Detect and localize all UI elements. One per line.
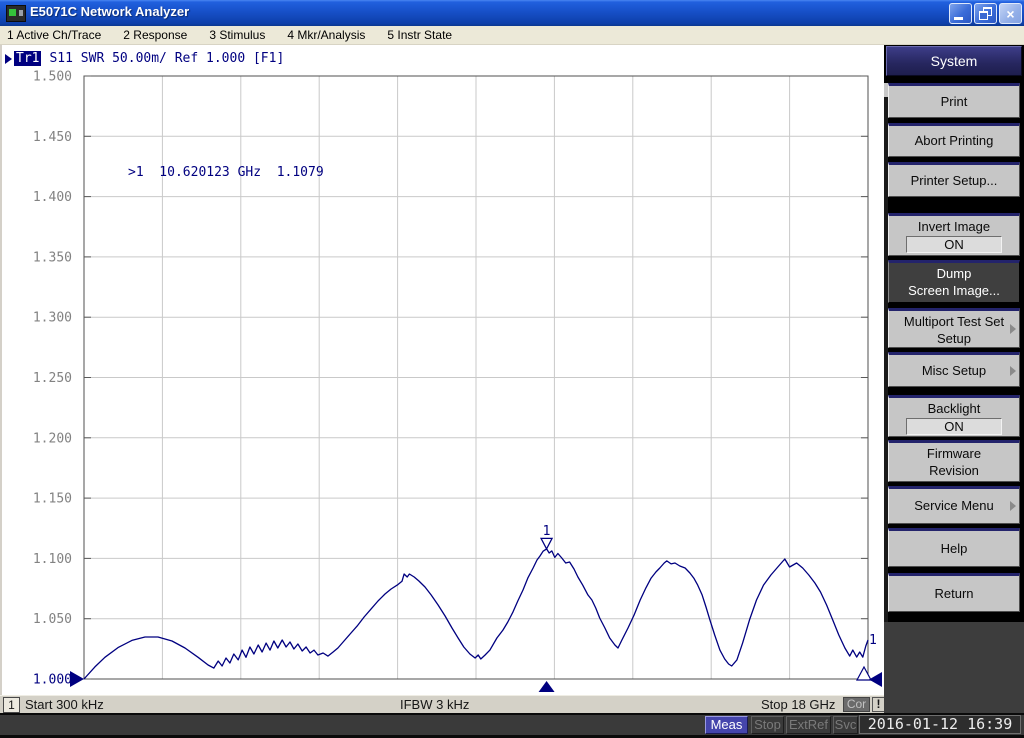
softkey-toggle-state: ON [906,418,1002,435]
e5071c-window: E5071C Network Analyzer × 1 Active Ch/Tr… [0,0,1024,738]
softkey-label: Dump [936,266,972,281]
softkey-label: Return [934,586,974,601]
softkey-label: Misc Setup [921,363,987,378]
softkey-misc-setup[interactable]: Misc Setup [888,352,1020,387]
softkey-menu: System Print Abort Printing Printer Setup.… [884,45,1024,713]
menu-item-2-response[interactable]: 2 Response [112,26,198,45]
y-axis-label: 1.100 [33,552,72,567]
y-axis-label: 1.350 [33,250,72,265]
softkey-dump-screen-image[interactable]: Dump Screen Image... [888,260,1020,303]
marker1-stimulus-indicator[interactable] [538,681,555,692]
softkey-label: Screen Image... [908,283,1000,298]
softkey-label: Printer Setup... [910,173,998,188]
softkey-label: Print [940,94,968,109]
status-indicator-stop: Stop [751,716,784,734]
softkey-label: Help [940,541,968,556]
window-title: E5071C Network Analyzer [30,4,190,19]
title-bar: E5071C Network Analyzer × [0,0,1024,26]
softkey-label: Setup [937,331,971,346]
y-axis-label: 1.300 [33,311,72,326]
softkey-label: Revision [929,463,979,478]
close-icon: × [1006,5,1015,22]
reference-level-indicator-right [869,672,882,687]
y-axis-label: 1.150 [33,492,72,507]
y-axis-label: 1.050 [33,612,72,627]
status-indicator-meas: Meas [705,716,748,734]
window-controls: × [949,3,1022,24]
y-axis-label: 1.200 [33,431,72,446]
close-button[interactable]: × [999,3,1022,24]
submenu-arrow-icon [1010,501,1016,511]
start-frequency-label: Start 300 kHz [25,697,104,712]
app-icon [6,5,26,22]
status-indicator-svc: Svc [833,716,858,734]
softkey-help[interactable]: Help [888,528,1020,567]
datetime-display: 2016-01-12 16:39 [859,715,1021,734]
softkey-label: Backlight [927,401,981,416]
stop-frequency-label: Stop 18 GHz [761,697,836,712]
minimize-icon [954,17,963,20]
softkey-label: Firmware [926,446,982,461]
y-axis-label: 1.450 [33,130,72,145]
channel-status-bar: 1 Start 300 kHz IFBW 3 kHz Stop 18 GHz C… [0,695,885,713]
menu-item-5-instr-state[interactable]: 5 Instr State [376,26,463,45]
softkey-return[interactable]: Return [888,573,1020,612]
softkey-label: Multiport Test Set [903,314,1005,329]
softkey-label: Service Menu [914,498,994,513]
restore-button[interactable] [974,3,997,24]
correction-badge: Cor [843,697,870,712]
menu-item-1-active-ch-trace[interactable]: 1 Active Ch/Trace [0,26,112,45]
submenu-arrow-icon [1010,365,1016,376]
y-axis-label: 1.000 [33,673,72,688]
softkey-printer-setup[interactable]: Printer Setup... [888,162,1020,197]
softkey-multiport-test-set-setup[interactable]: Multiport Test Set Setup [888,308,1020,348]
marker1-number: 1 [543,524,551,539]
minimize-button[interactable] [949,3,972,24]
status-indicator-extref: ExtRef [786,716,831,734]
channel-number-badge: 1 [3,697,20,713]
softkey-service-menu[interactable]: Service Menu [888,486,1020,524]
menu-item-4-mkr-analysis[interactable]: 4 Mkr/Analysis [276,26,376,45]
y-axis-label: 1.500 [33,70,72,85]
softkey-print[interactable]: Print [888,83,1020,118]
swr-chart: 1.500 1.450 1.400 1.350 1.300 1.250 1.200 1.150… [33,70,882,692]
softkey-label: Abort Printing [914,133,994,148]
marker-readout: >1 10.620123 GHz 1.1079 [128,165,324,180]
marker1-symbol[interactable] [539,537,554,551]
softkey-invert-image[interactable]: Invert Image ON [888,213,1020,256]
submenu-arrow-icon [1010,324,1016,334]
trace-end-number: 1 [869,633,877,648]
menu-item-3-stimulus[interactable]: 3 Stimulus [198,26,276,45]
sidebar-bottom-panel [884,622,1024,713]
status-bar: Meas Stop ExtRef Svc 2016-01-12 16:39 [0,713,1024,738]
reference-level-indicator-left [70,671,84,687]
softkey-menu-title: System [886,46,1022,76]
y-axis-label: 1.250 [33,371,72,386]
softkey-label: Invert Image [917,219,991,234]
menu-bar: 1 Active Ch/Trace 2 Response 3 Stimulus 4 M… [0,26,1024,45]
right-axis-open-indicator [855,665,873,681]
y-axis-label: 1.400 [33,190,72,205]
softkey-toggle-state: ON [906,236,1002,253]
softkey-firmware-revision[interactable]: Firmware Revision [888,440,1020,482]
softkey-abort-printing[interactable]: Abort Printing [888,123,1020,157]
ifbw-label: IFBW 3 kHz [400,697,470,712]
softkey-backlight[interactable]: Backlight ON [888,395,1020,437]
instrument-screen: Tr1 S11 SWR 50.00m/ Ref 1.000 [F1] 1.500… [0,45,884,695]
